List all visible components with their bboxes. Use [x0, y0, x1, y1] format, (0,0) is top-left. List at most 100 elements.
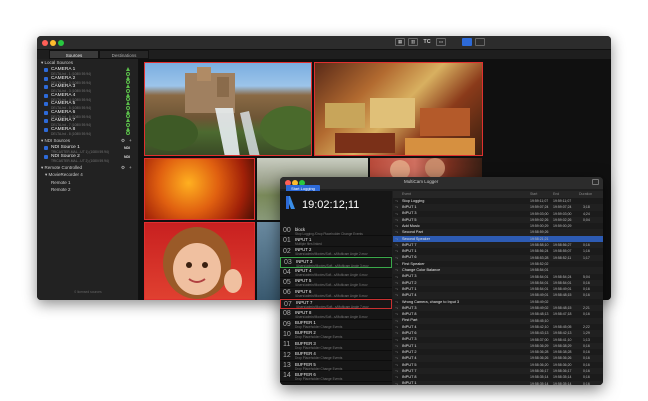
remote-group[interactable]: ▾ MovieRecorder 4: [37, 172, 138, 180]
event-start: 19:58:54;01: [530, 287, 549, 292]
close-icon[interactable]: [42, 40, 48, 46]
event-type-icon: ⤳: [395, 224, 398, 229]
remote-controlled-header[interactable]: ▾ Remote Controlled ⚙ +: [37, 164, 138, 172]
input-item[interactable]: 05 INPUT 5/Users/admin/Movies/Soft...s/Mu…: [280, 278, 392, 289]
checkbox-icon[interactable]: [44, 127, 48, 132]
signal-warning-icon: [126, 84, 130, 88]
event-name: INPUT 1: [402, 286, 417, 291]
input-item[interactable]: 08 INPUT 8/Users/admin/Movies/Soft...s/Mu…: [280, 309, 392, 320]
input-item[interactable]: 04 INPUT 4/Users/admin/Movies/Soft...s/Mu…: [280, 268, 392, 278]
event-end: 19:58:52;11: [553, 255, 572, 260]
event-duration: 1;13: [583, 337, 590, 342]
log-row[interactable]: ⤳ INPUT 1 19:58:35;14 19:58:35;14 0;16: [393, 380, 603, 385]
signal-warning-icon: [126, 118, 130, 122]
event-type-icon: ⤳: [395, 369, 398, 374]
remote-item[interactable]: Remote 2: [37, 187, 138, 195]
gear-icon[interactable]: ⚙: [121, 137, 125, 145]
event-duration: 1;16: [583, 249, 590, 254]
event-start: 19:58:21;21: [530, 236, 549, 241]
event-start: 19:58:56;24: [530, 249, 549, 254]
zoom-icon[interactable]: [58, 40, 64, 46]
input-item[interactable]: 00 block Stop Logging /Drop Placeholder Ch…: [280, 226, 392, 237]
input-path: Multiple files linked: [295, 241, 322, 246]
input-item[interactable]: 11 BUFFER 3 Drop Placeholder Change Events: [280, 340, 392, 351]
input-item[interactable]: 01 INPUT 1 Multiple files linked: [280, 236, 392, 247]
tab-sources[interactable]: Sources: [49, 50, 99, 59]
event-type-icon: ⤳: [395, 293, 398, 298]
input-item[interactable]: 10 BUFFER 2 Drop Placeholder Change Events: [280, 330, 392, 341]
overlay-icon[interactable]: ▭: [436, 38, 446, 46]
grid-view-icon[interactable]: ▦: [395, 38, 405, 46]
event-type-icon: ⤳: [395, 287, 398, 292]
checkbox-icon[interactable]: [44, 76, 48, 81]
camera-view-3[interactable]: [144, 158, 255, 220]
input-item[interactable]: 02 INPUT 2/Users/admin/Movies/Soft...s/Mu…: [280, 247, 392, 258]
source-camera-6[interactable]: CAMERA 6 DELTA-hd - 6 (1080i 59.94): [37, 109, 138, 119]
input-item[interactable]: 07 INPUT 7/Users/admin/Movies/Soft...s/Mu…: [280, 298, 392, 309]
toolbar: ▦ ▥ TC ▭: [395, 38, 485, 48]
event-type-icon: ⤳: [395, 362, 398, 367]
input-item[interactable]: 13 BUFFER 5 Drop Placeholder Change Events: [280, 361, 392, 372]
ndi-sources-header[interactable]: ▾ NDI Sources ⚙ +: [37, 137, 138, 145]
minimize-icon[interactable]: [50, 40, 56, 46]
timecode-button[interactable]: TC: [421, 38, 433, 46]
input-item[interactable]: 12 BUFFER 4 Drop Placeholder Change Events: [280, 351, 392, 362]
source-ndi-1[interactable]: NDI Source 1 TRICASTER-MAL...UT 1) (1080i…: [37, 145, 138, 154]
sidebar-toggle-icon[interactable]: [462, 38, 472, 46]
checkbox-icon[interactable]: [44, 146, 48, 150]
source-camera-8[interactable]: CAMERA 8 DELTA-hd - 8 (1080i 59.94): [37, 126, 138, 136]
add-icon[interactable]: +: [129, 164, 132, 172]
event-name: INPUT 8: [402, 375, 417, 380]
grid-large-icon[interactable]: ▥: [408, 38, 418, 46]
checkbox-icon[interactable]: [44, 119, 48, 123]
event-type-icon: ⤳: [395, 205, 398, 210]
multicam-logger-window: MultiCam Logger Start Logging 19:02:12;1…: [280, 177, 603, 385]
checkbox-icon[interactable]: [44, 85, 48, 89]
event-start: 19:59:02;26: [530, 217, 549, 222]
signal-warning-icon: [126, 126, 130, 131]
tab-destinations[interactable]: Destinations: [99, 50, 149, 59]
source-camera-5[interactable]: CAMERA 5 DELTA-hd - 5 (1080i 59.94): [37, 101, 138, 110]
source-ndi-2[interactable]: NDI Source 2 TRICASTER-MAL...UT 2) (1080i…: [37, 154, 138, 163]
add-icon[interactable]: +: [129, 137, 132, 145]
gear-icon[interactable]: ⚙: [121, 164, 125, 172]
event-type-icon: ⤳: [395, 324, 398, 329]
checkbox-icon[interactable]: [44, 110, 48, 115]
signal-warning-icon: [126, 101, 130, 105]
input-item[interactable]: 03 INPUT 3/Users/admin/Movies/Soft...s/Mu…: [280, 257, 392, 268]
source-camera-3[interactable]: CAMERA 3 DELTA-hd - 3 (1080i 59.94): [37, 84, 138, 93]
panel-toggle-icon[interactable]: [475, 38, 485, 46]
panel-toggle-icon[interactable]: [592, 179, 599, 185]
event-duration: 0;16: [583, 243, 590, 248]
event-start: 19:58:35;14: [530, 375, 549, 380]
event-name: INPUT 1: [402, 381, 417, 385]
event-name: INPUT 4: [402, 293, 417, 298]
input-item[interactable]: 06 INPUT 6/Users/admin/Movies/Soft...s/Mu…: [280, 288, 392, 299]
event-duration: 0;16: [583, 280, 590, 285]
camera-view-2[interactable]: [314, 62, 483, 156]
camera-view-6[interactable]: [144, 222, 255, 300]
event-end: 19:58:38;28: [553, 350, 572, 355]
input-path: Stop Logging /Drop Placeholder Change Ev…: [295, 231, 363, 236]
source-camera-4[interactable]: CAMERA 4 DELTA-hd - 4 (1080i 59.94): [37, 92, 138, 102]
source-camera-7[interactable]: CAMERA 7 DELTA-hd - 7 (1080i 59.94): [37, 118, 138, 127]
input-number: 03: [284, 259, 292, 267]
event-type-icon: ⤳: [395, 318, 398, 323]
event-name: First Part: [402, 318, 418, 323]
source-camera-2[interactable]: CAMERA 2 DELTA-hd - 2 (1080i 59.94): [37, 75, 138, 85]
input-item[interactable]: 14 BUFFER 6 Drop Placeholder Change Events: [280, 371, 392, 382]
input-item[interactable]: 09 BUFFER 1 Drop Placeholder Change Events: [280, 320, 392, 330]
event-start: 19:58:45;10: [530, 318, 549, 323]
remote-item[interactable]: Remote 1: [37, 180, 138, 188]
input-number: 06: [283, 289, 291, 297]
source-camera-1[interactable]: CAMERA 1 DELTA-hd - 1 (1080i 59.94): [37, 67, 138, 76]
gear-icon[interactable]: [126, 131, 130, 135]
local-sources-header[interactable]: ▾ Local Sources: [37, 59, 138, 67]
checkbox-icon[interactable]: [44, 68, 48, 72]
sources-sidebar: ▾ Local Sources CAMERA 1 DELTA-hd - 1 (10…: [37, 59, 139, 300]
checkbox-icon[interactable]: [44, 154, 48, 159]
camera-view-1[interactable]: [144, 62, 312, 156]
event-type-icon: ⤳: [395, 375, 398, 380]
checkbox-icon[interactable]: [44, 102, 48, 106]
checkbox-icon[interactable]: [44, 93, 48, 98]
